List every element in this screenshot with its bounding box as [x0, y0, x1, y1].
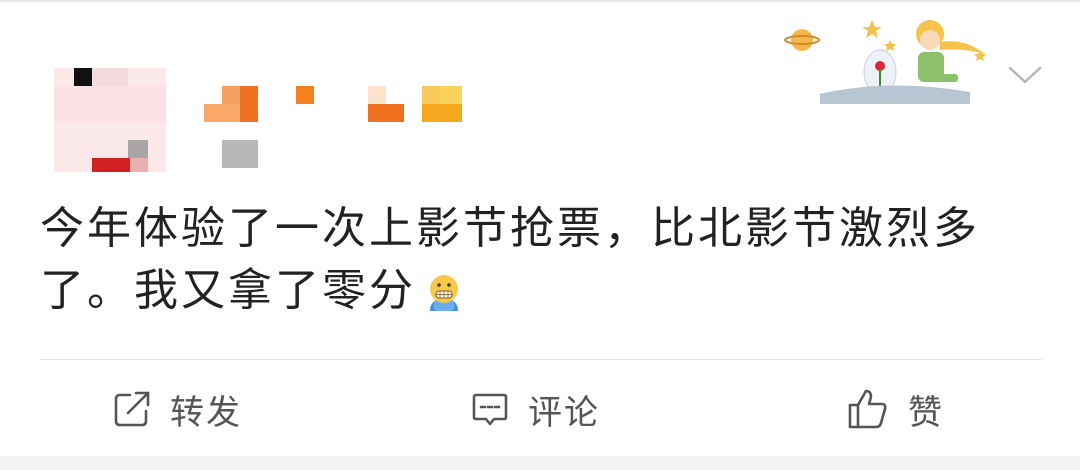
post-text-line-1: 今年体验了一次上影节抢票，比北影节激烈多 [40, 203, 980, 254]
thumbs-up-icon [848, 389, 887, 429]
repost-button[interactable]: 转发 [112, 360, 242, 458]
card-separator [0, 456, 1080, 470]
comment-button[interactable]: 评论 [470, 360, 600, 458]
card-decoration-image [784, 20, 986, 104]
avatar[interactable] [54, 68, 166, 172]
post-text-line-2: 了。我又拿了零分 [40, 265, 416, 316]
comment-bubble-icon [472, 393, 508, 426]
username[interactable] [200, 86, 470, 172]
post-card: 今年体验了一次上影节抢票，比北影节激烈多 了。我又拿了零分 转发 评论 赞 [0, 0, 1080, 456]
repost-label: 转发 [170, 392, 242, 433]
like-label: 赞 [908, 392, 944, 433]
comment-label: 评论 [528, 392, 600, 433]
action-bar: 转发 评论 赞 [0, 360, 1080, 458]
chevron-down-icon [1008, 66, 1042, 84]
share-arrow-icon [114, 391, 150, 427]
post-menu-button[interactable] [1002, 56, 1048, 94]
post-text: 今年体验了一次上影节抢票，比北影节激烈多 了。我又拿了零分 [40, 198, 1040, 322]
like-button[interactable]: 赞 [846, 360, 944, 458]
grimacing-face-icon [430, 275, 458, 311]
